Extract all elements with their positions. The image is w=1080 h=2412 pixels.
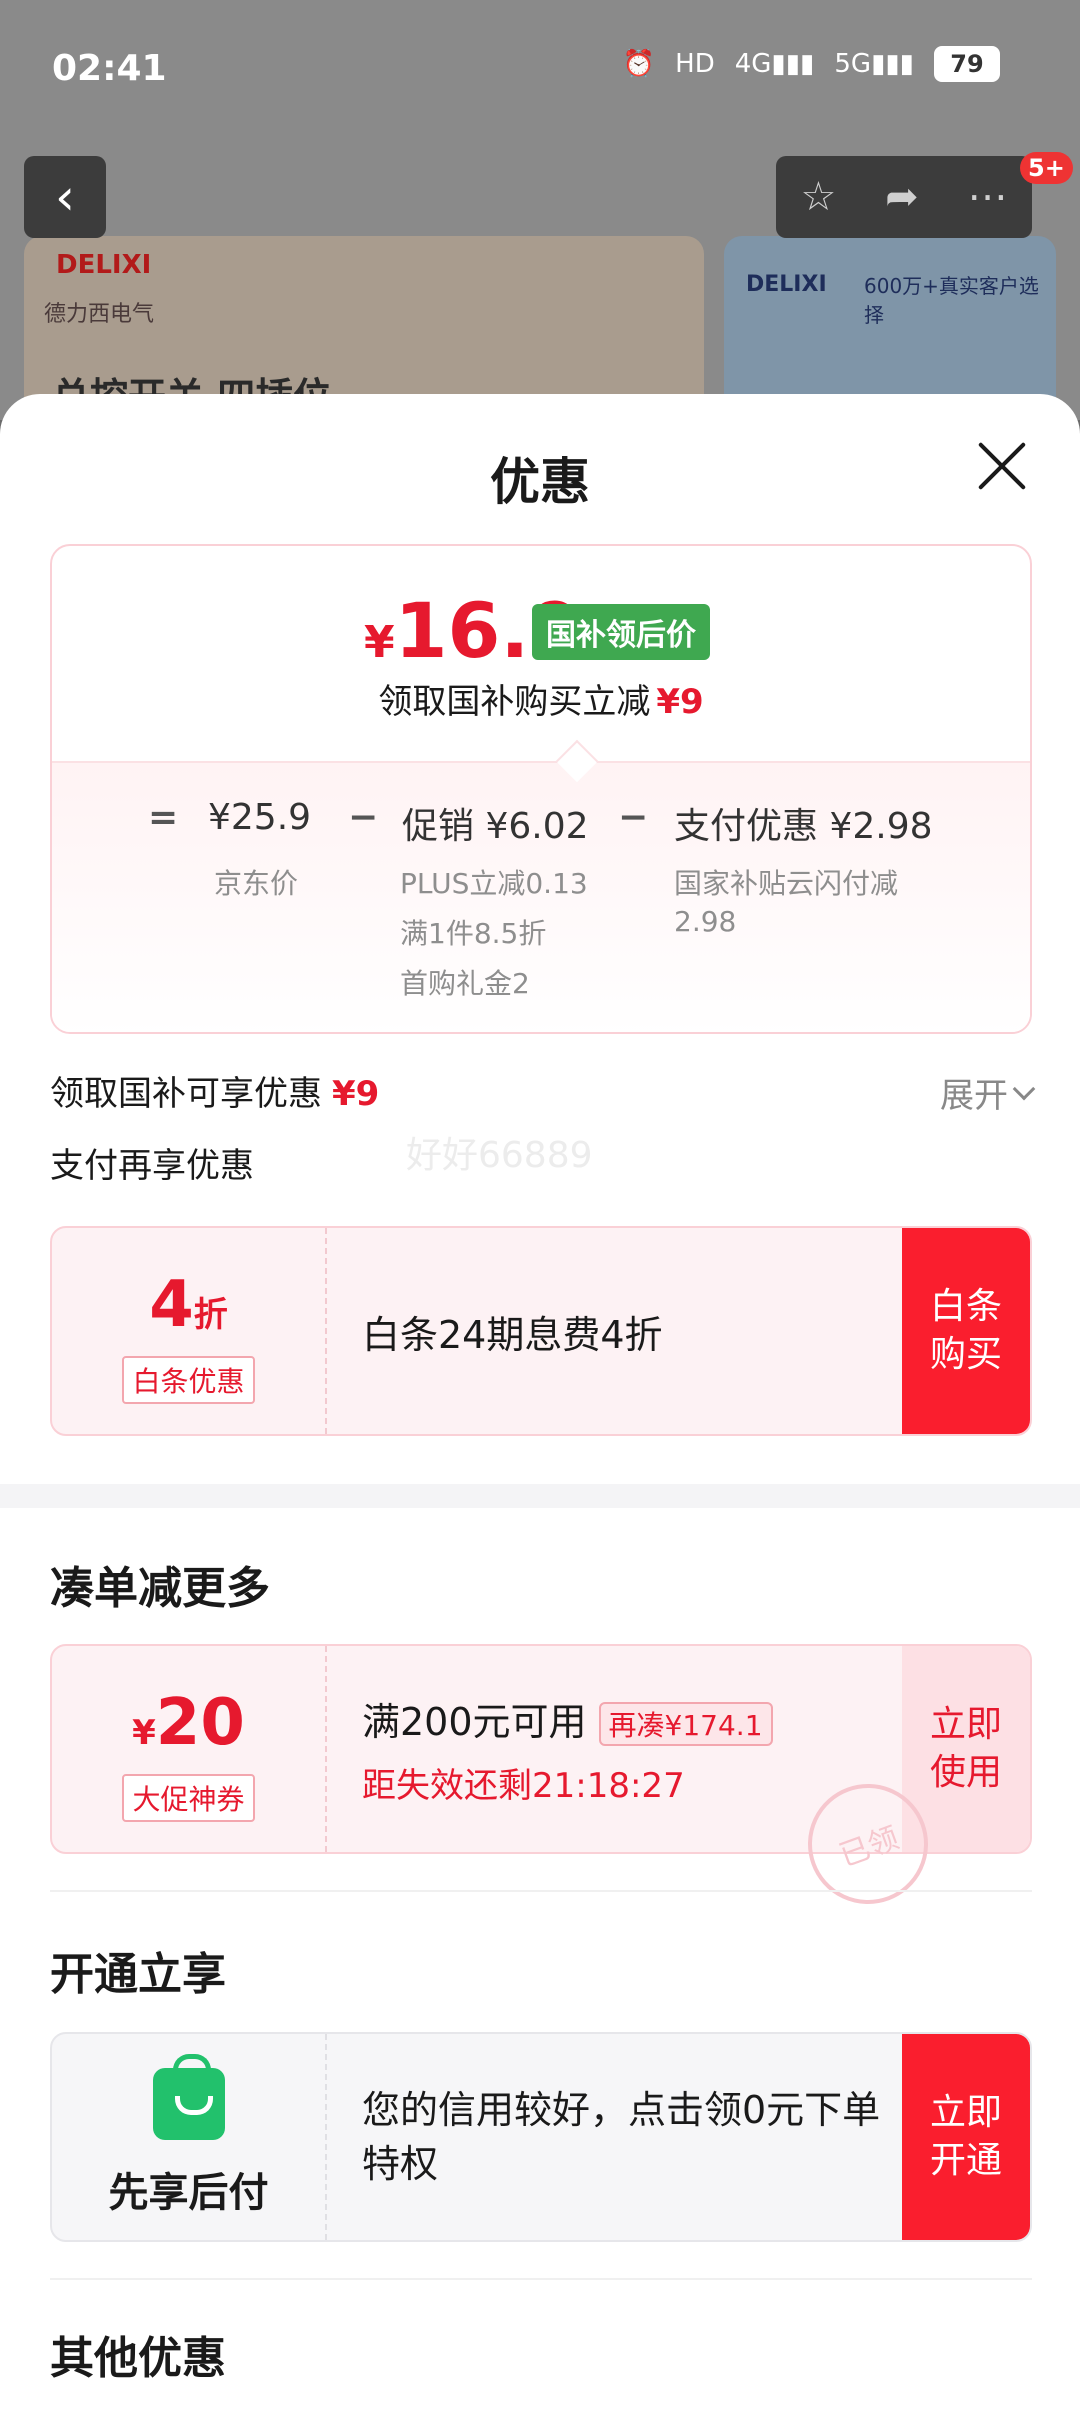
signal-4g-icon: 4G ▮▮▮ (734, 49, 815, 79)
product-image-banner: DELIXI 德力西电气 总控开关 四插位 (24, 236, 704, 420)
subsidy-label: 领取国补可享优惠 (50, 1074, 322, 1114)
coupon-countdown: 距失效还剩21:18:27 (362, 1766, 685, 1807)
brand-logo: DELIXI (56, 250, 152, 280)
battery-icon: 79 (934, 46, 1000, 82)
toolbar-group: ☆ ➦ ⋯ (776, 156, 1032, 238)
alarm-icon: ⏰ (622, 49, 656, 79)
paylater-icon-wrap (52, 2054, 325, 2140)
price-sub-text: 领取国补购买立减 ¥9 (52, 674, 1030, 723)
promo-detail-item: 首购礼金2 (400, 967, 530, 1000)
side-banner: DELIXI 600万+真实客户选择 (724, 236, 1056, 420)
star-icon[interactable]: ☆ (800, 174, 836, 220)
more-icon[interactable]: ⋯ (968, 174, 1008, 220)
paylater-left: 先享后付 (52, 2034, 327, 2240)
expand-button[interactable]: 展开 (940, 1068, 1036, 1117)
coupon-extra-tag: 再凑¥174.1 (598, 1702, 773, 1747)
net-4g-label: 4G (734, 49, 772, 79)
baitiao-text: 白条24期息费4折 (362, 1312, 663, 1357)
brand-cn: 德力西电气 (44, 302, 155, 327)
baitiao-left: 4折 白条优惠 (52, 1228, 327, 1434)
pay-discount-amount: 支付优惠 ¥2.98 (674, 806, 933, 847)
price-formula: = ¥25.9 − 促销 ¥6.02 − 支付优惠 ¥2.98 京东价 PLUS… (52, 761, 1030, 1032)
status-icons: ⏰ HD 4G ▮▮▮ 5G ▮▮▮ 79 (623, 46, 1000, 82)
hd-icon: HD (675, 49, 715, 79)
baitiao-buy-button[interactable]: 白条 购买 (902, 1228, 1030, 1434)
coupon-amount: ¥20 (52, 1686, 325, 1760)
minus-sign: − (348, 797, 379, 838)
chevron-down-icon (1012, 1077, 1036, 1100)
price-summary: ¥ 16.9 国补领后价 领取国补购买立减 ¥9 (52, 546, 1030, 761)
divider (50, 2278, 1032, 2280)
message-badge: 5+ (1020, 152, 1073, 184)
jd-price-label: 京东价 (214, 867, 299, 900)
pay-more-label: 支付再享优惠 (50, 1146, 254, 1186)
sheet-title: 优惠 (490, 453, 590, 511)
open-paylater-button[interactable]: 立即 开通 (902, 2034, 1030, 2240)
share-icon[interactable]: ➦ (885, 174, 919, 220)
paylater-card[interactable]: 先享后付 您的信用较好，点击领0元下单特权 立即 开通 (50, 2032, 1032, 2242)
baitiao-card[interactable]: 4折 白条优惠 白条24期息费4折 白条 购买 (50, 1226, 1032, 1436)
equals-sign: = (148, 797, 179, 838)
promo-details: PLUS立减0.13 满1件8.5折 首购礼金2 (400, 859, 588, 1009)
price-sub-amount: ¥9 (656, 682, 704, 722)
coupon-left: ¥20 大促神券 (52, 1646, 327, 1852)
close-icon[interactable] (972, 436, 1032, 496)
paylater-text-wrap: 您的信用较好，点击领0元下单特权 (362, 2034, 882, 2240)
status-bar: 02:41 ⏰ HD 4G ▮▮▮ 5G ▮▮▮ 79 (0, 0, 1080, 140)
final-price-yen: ¥ (364, 617, 395, 668)
subsidy-row: 领取国补可享优惠 ¥9 (50, 1066, 379, 1115)
paylater-text: 您的信用较好，点击领0元下单特权 (362, 2088, 881, 2186)
side-banner-text: 600万+真实客户选择 (864, 274, 1039, 327)
back-button[interactable]: ‹ (24, 156, 106, 238)
chevron-left-icon: ‹ (55, 168, 75, 226)
divider (50, 1890, 1032, 1892)
section-title-open: 开通立享 (50, 1949, 226, 2000)
coupon-text-wrap: 满200元可用 再凑¥174.1 距失效还剩21:18:27 (362, 1646, 773, 1852)
subsidy-price-tag: 国补领后价 (532, 604, 710, 660)
baitiao-label: 白条优惠 (122, 1356, 255, 1404)
price-breakdown-card: ¥ 16.9 国补领后价 领取国补购买立减 ¥9 = ¥25.9 − 促销 ¥6.… (50, 544, 1032, 1034)
subsidy-amount: ¥9 (332, 1074, 380, 1114)
coupon-condition: 满200元可用 (362, 1699, 587, 1744)
minus-sign: − (618, 797, 649, 838)
paylater-name: 先享后付 (108, 2170, 269, 2216)
coupon-label: 大促神券 (122, 1774, 255, 1822)
pay-discount-detail: 国家补贴云闪付减2.98 (674, 867, 899, 938)
baitiao-label-wrap: 白条优惠 (52, 1356, 325, 1404)
section-title-other: 其他优惠 (50, 2333, 226, 2384)
coupon-value: 20 (155, 1686, 245, 1760)
status-time: 02:41 (52, 48, 167, 89)
net-5g-label: 5G (834, 49, 872, 79)
signal-5g-icon: 5G ▮▮▮ (834, 49, 914, 79)
promo-detail-item: PLUS立减0.13 (400, 867, 588, 900)
side-banner-brand: DELIXI (746, 272, 827, 297)
section-title-more: 凑单减更多 (50, 1563, 270, 1614)
promo-amount: 促销 ¥6.02 (402, 806, 589, 847)
baitiao-discount: 4折 (52, 1268, 325, 1342)
shopping-bag-icon (152, 2054, 225, 2140)
jd-price: ¥25.9 (208, 797, 312, 838)
expand-label: 展开 (940, 1076, 1008, 1116)
section-divider (0, 1484, 1080, 1508)
coupon-label-wrap: 大促神券 (52, 1774, 325, 1822)
promo-detail-item: 满1件8.5折 (400, 917, 547, 950)
watermark: 好好66889 (406, 1135, 593, 1176)
formula-row: = ¥25.9 − 促销 ¥6.02 − 支付优惠 ¥2.98 (52, 797, 1030, 857)
discount-sheet: 优惠 ¥ 16.9 国补领后价 领取国补购买立减 ¥9 = ¥25.9 − 促销 … (0, 394, 1080, 2412)
coupon-yen: ¥ (132, 1713, 156, 1753)
baitiao-text-wrap: 白条24期息费4折 (362, 1228, 663, 1434)
baitiao-discount-num: 4 (149, 1268, 194, 1342)
baitiao-discount-unit: 折 (193, 1295, 228, 1335)
price-sub-label: 领取国补购买立减 (378, 682, 651, 722)
coupon-condition-row: 满200元可用 再凑¥174.1 (362, 1691, 773, 1747)
